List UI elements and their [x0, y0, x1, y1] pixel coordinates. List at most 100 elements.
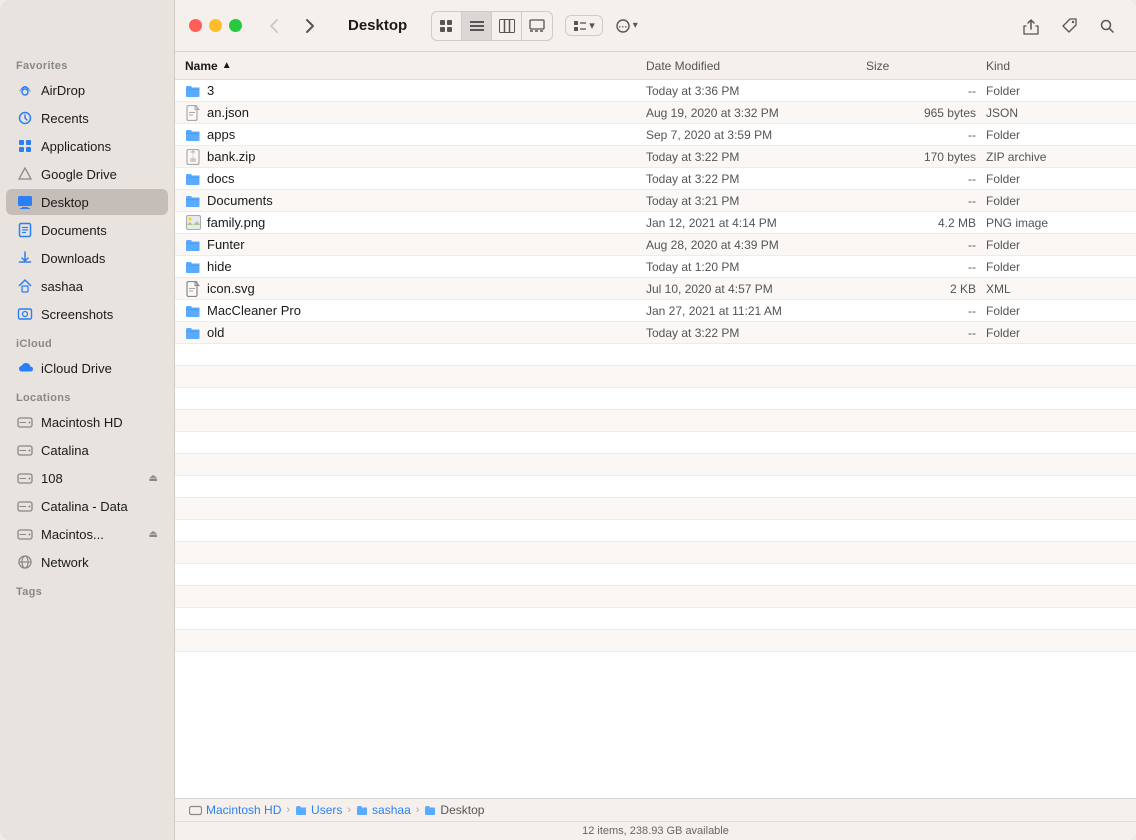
disk-icon-macintosh: [16, 413, 34, 431]
empty-row: [175, 476, 1136, 498]
file-size: 965 bytes: [866, 106, 986, 120]
table-row[interactable]: hide Today at 1:20 PM -- Folder: [175, 256, 1136, 278]
sidebar-item-catalina-data[interactable]: Catalina - Data: [6, 493, 168, 519]
items-status: 12 items, 238.93 GB available: [175, 822, 1136, 840]
forward-button[interactable]: [296, 12, 324, 40]
table-row[interactable]: family.png Jan 12, 2021 at 4:14 PM 4.2 M…: [175, 212, 1136, 234]
maximize-button[interactable]: [229, 19, 242, 32]
sidebar-item-network-label: Network: [41, 555, 89, 570]
file-list[interactable]: 3 Today at 3:36 PM -- Folder an.json Aug…: [175, 80, 1136, 798]
file-name-cell: docs: [185, 171, 646, 187]
screenshots-icon: [16, 305, 34, 323]
breadcrumb-sashaa[interactable]: sashaa: [356, 803, 411, 817]
file-name-cell: family.png: [185, 215, 646, 231]
file-name-cell: bank.zip: [185, 149, 646, 165]
file-date: Today at 3:21 PM: [646, 194, 866, 208]
sidebar-item-documents-label: Documents: [41, 223, 107, 238]
sidebar-item-applications[interactable]: Applications: [6, 133, 168, 159]
table-row[interactable]: bank.zip Today at 3:22 PM 170 bytes ZIP …: [175, 146, 1136, 168]
sidebar-item-macintosh-hd[interactable]: Macintosh HD: [6, 409, 168, 435]
eject-icon-macintos[interactable]: ⏏: [149, 529, 158, 540]
file-name: family.png: [207, 215, 265, 230]
sidebar-item-108[interactable]: 108 ⏏: [6, 465, 168, 491]
file-icon: [185, 259, 201, 275]
search-btn[interactable]: [1092, 12, 1122, 40]
file-name-cell: old: [185, 325, 646, 341]
breadcrumb-desktop-label: Desktop: [440, 803, 484, 817]
col-header-size[interactable]: Size: [866, 59, 986, 73]
documents-icon: [16, 221, 34, 239]
col-header-name[interactable]: Name ▲: [185, 59, 646, 73]
sidebar-item-google-drive[interactable]: Google Drive: [6, 161, 168, 187]
sidebar-item-icloud-drive[interactable]: iCloud Drive: [6, 355, 168, 381]
sidebar-item-google-drive-label: Google Drive: [41, 167, 117, 182]
breadcrumb-users[interactable]: Users: [295, 803, 342, 817]
desktop-icon: [16, 193, 34, 211]
file-icon: [185, 171, 201, 187]
col-header-date[interactable]: Date Modified: [646, 59, 866, 73]
column-view-btn[interactable]: [492, 12, 522, 40]
home-icon: [16, 277, 34, 295]
table-row[interactable]: apps Sep 7, 2020 at 3:59 PM -- Folder: [175, 124, 1136, 146]
file-size: 170 bytes: [866, 150, 986, 164]
finder-window: Favorites AirDrop Recents: [0, 0, 1136, 840]
table-row[interactable]: icon.svg Jul 10, 2020 at 4:57 PM 2 KB XM…: [175, 278, 1136, 300]
locations-label: Locations: [0, 382, 174, 408]
list-view-btn[interactable]: [462, 12, 492, 40]
group-btn[interactable]: ▾: [565, 15, 603, 36]
empty-row: [175, 366, 1136, 388]
file-name-cell: MacCleaner Pro: [185, 303, 646, 319]
table-row[interactable]: MacCleaner Pro Jan 27, 2021 at 11:21 AM …: [175, 300, 1136, 322]
empty-row: [175, 608, 1136, 630]
sidebar-item-macintosh-hd-label: Macintosh HD: [41, 415, 123, 430]
file-name-cell: Documents: [185, 193, 646, 209]
icloud-label: iCloud: [0, 328, 174, 354]
icon-view-btn[interactable]: [432, 12, 462, 40]
sidebar-item-airdrop[interactable]: AirDrop: [6, 77, 168, 103]
sidebar-item-sashaa[interactable]: sashaa: [6, 273, 168, 299]
share-btn[interactable]: [1016, 12, 1046, 40]
sidebar-item-recents[interactable]: Recents: [6, 105, 168, 131]
tag-btn[interactable]: [1054, 12, 1084, 40]
table-row[interactable]: Funter Aug 28, 2020 at 4:39 PM -- Folder: [175, 234, 1136, 256]
file-size: --: [866, 172, 986, 186]
back-button[interactable]: [260, 12, 288, 40]
tags-label: Tags: [0, 576, 174, 602]
file-name: Documents: [207, 193, 273, 208]
network-icon: [16, 553, 34, 571]
table-row[interactable]: docs Today at 3:22 PM -- Folder: [175, 168, 1136, 190]
tag-status-btn[interactable]: ··· ▾: [611, 12, 641, 40]
table-row[interactable]: 3 Today at 3:36 PM -- Folder: [175, 80, 1136, 102]
file-name: docs: [207, 171, 234, 186]
sidebar-item-desktop[interactable]: Desktop: [6, 189, 168, 215]
table-row[interactable]: Documents Today at 3:21 PM -- Folder: [175, 190, 1136, 212]
sidebar-item-downloads[interactable]: Downloads: [6, 245, 168, 271]
sidebar-item-downloads-label: Downloads: [41, 251, 105, 266]
recents-icon: [16, 109, 34, 127]
eject-icon-108[interactable]: ⏏: [149, 473, 158, 484]
sidebar-item-documents[interactable]: Documents: [6, 217, 168, 243]
empty-row: [175, 630, 1136, 652]
file-name: apps: [207, 127, 235, 142]
close-button[interactable]: [189, 19, 202, 32]
sidebar-item-recents-label: Recents: [41, 111, 89, 126]
minimize-button[interactable]: [209, 19, 222, 32]
file-date: Today at 1:20 PM: [646, 260, 866, 274]
file-name-cell: icon.svg: [185, 281, 646, 297]
file-date: Today at 3:22 PM: [646, 326, 866, 340]
breadcrumb-sep-3: ›: [416, 804, 420, 816]
sidebar-item-network[interactable]: Network: [6, 549, 168, 575]
file-kind: Folder: [986, 84, 1126, 98]
breadcrumb-macintosh-hd[interactable]: Macintosh HD: [189, 803, 281, 817]
sidebar-item-desktop-label: Desktop: [41, 195, 89, 210]
gallery-view-btn[interactable]: [522, 12, 552, 40]
empty-row: [175, 388, 1136, 410]
sidebar-item-screenshots[interactable]: Screenshots: [6, 301, 168, 327]
table-row[interactable]: old Today at 3:22 PM -- Folder: [175, 322, 1136, 344]
sidebar-item-macintos[interactable]: Macintos... ⏏: [6, 521, 168, 547]
table-row[interactable]: an.json Aug 19, 2020 at 3:32 PM 965 byte…: [175, 102, 1136, 124]
file-kind: Folder: [986, 304, 1126, 318]
empty-row: [175, 344, 1136, 366]
col-header-kind[interactable]: Kind: [986, 59, 1126, 73]
sidebar-item-catalina[interactable]: Catalina: [6, 437, 168, 463]
